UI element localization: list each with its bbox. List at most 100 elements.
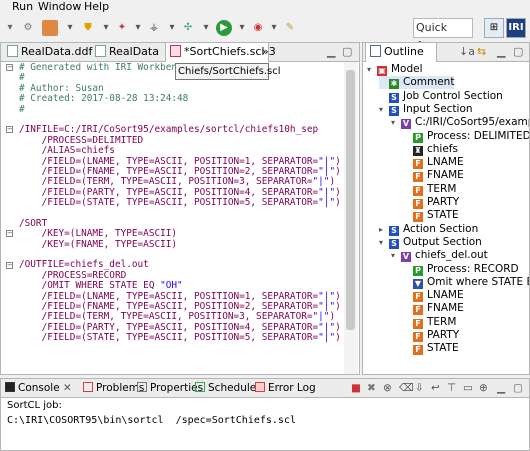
minimize-icon[interactable]: ▁ [497, 43, 505, 61]
outline-item[interactable]: ▼ Omit where STATE EQ " [403, 276, 529, 289]
run-icon[interactable]: ▶ [216, 20, 232, 36]
console-icon [5, 382, 15, 392]
menu-help[interactable]: Help [84, 0, 109, 13]
display-console-icon[interactable]: ▭ [463, 379, 473, 397]
outline-item[interactable]: S Job Control Section [379, 90, 503, 103]
code-line: /FIELD=(STATE, TYPE=ASCII, POSITION=5, S… [19, 332, 339, 344]
quick-access-input[interactable]: Quick Access [413, 18, 473, 52]
outline-item[interactable]: ♜ chiefs [403, 143, 458, 156]
outline-item[interactable]: F STATE [403, 342, 459, 356]
edit-icon[interactable]: ✎ [282, 20, 298, 36]
tab-outline[interactable]: Outline [365, 43, 437, 62]
link-editor-icon[interactable]: ⇆ [477, 43, 486, 61]
outline-item-label: Action Section [403, 222, 479, 235]
outline-item[interactable]: F LNAME [403, 156, 464, 170]
outline-item[interactable]: F PARTY [403, 196, 459, 209]
tab-scheduler[interactable]: Scheduler [195, 379, 261, 397]
outline-item[interactable]: F TERM [403, 316, 456, 329]
outline-item[interactable]: ▾ S Input Section [379, 103, 473, 116]
expand-toggle-icon[interactable]: ▸ [379, 223, 387, 236]
minimize-icon[interactable]: ▁ [497, 379, 505, 397]
tab-realdata[interactable]: RealData [95, 43, 159, 61]
tab-error-log[interactable]: Error Log [255, 379, 316, 397]
expand-toggle-icon[interactable]: ▾ [367, 63, 375, 76]
tab-realdata-ddf[interactable]: RealData.ddf [7, 43, 92, 61]
outline-item[interactable]: F PARTY [403, 329, 459, 342]
run-config-icon[interactable]: ⚶ [146, 20, 162, 36]
scrollbar-thumb[interactable] [346, 70, 355, 330]
code-editor[interactable]: # Generated with IRI Workbench # # Author:… [19, 63, 339, 373]
fold-toggle-icon[interactable]: − [6, 262, 13, 269]
editor-scrollbar[interactable] [344, 62, 358, 374]
process-icon: P [413, 132, 423, 143]
fold-toggle-icon[interactable]: − [6, 126, 13, 133]
field-icon: F [413, 318, 423, 329]
dropdown-arrow-icon[interactable]: ▾ [234, 20, 250, 36]
outline-icon [370, 45, 381, 57]
model-icon: ▣ [377, 66, 387, 76]
tab-properties[interactable]: Properties [137, 379, 203, 397]
outline-item-label: TERM [427, 315, 457, 328]
external-tools-icon[interactable]: ◉ [250, 20, 266, 36]
close-icon[interactable]: ✕ [63, 382, 72, 394]
perspective-open-icon[interactable]: ⊞ [484, 18, 504, 38]
expand-toggle-icon[interactable]: ▾ [379, 103, 387, 116]
remove-all-icon[interactable]: ⊗ [383, 379, 392, 397]
share-icon[interactable]: ✦ [114, 20, 130, 36]
outline-item-label: STATE [427, 209, 459, 222]
open-console-icon[interactable]: ⊕ [479, 379, 488, 397]
outline-item[interactable]: F FNAME [403, 169, 464, 183]
expand-toggle-icon[interactable]: ▾ [391, 116, 399, 129]
outline-item[interactable]: F TERM [403, 183, 456, 196]
expand-toggle-icon[interactable]: ▾ [379, 236, 387, 249]
sort-icon[interactable]: ↓a [459, 43, 475, 61]
new-job-icon[interactable] [42, 20, 58, 36]
terminate-icon[interactable]: ■ [351, 379, 361, 397]
tools-icon[interactable]: ⚙ [20, 20, 36, 36]
tab-sortchiefs[interactable]: *SortChiefs.scl [165, 42, 270, 62]
shield-icon[interactable]: ⛊ [80, 20, 96, 36]
outline-item[interactable]: ▾V C:/IRI/CoSort95/examples/s [391, 116, 529, 130]
outline-item[interactable]: P Process: RECORD [403, 263, 519, 276]
tab-problems[interactable]: Problems [83, 379, 144, 397]
maximize-icon[interactable]: ▢ [513, 43, 523, 61]
debug-icon[interactable]: ✣ [180, 20, 196, 36]
dropdown-arrow-icon[interactable]: ▾ [266, 20, 282, 36]
pin-console-icon[interactable]: ⊤ [447, 379, 456, 397]
section-icon: S [389, 92, 399, 103]
tab-overflow[interactable]: »3 [262, 43, 276, 61]
outline-item[interactable]: F STATE [403, 209, 459, 223]
outline-item[interactable]: F LNAME [403, 289, 464, 303]
maximize-icon[interactable]: ▢ [342, 43, 352, 61]
word-wrap-icon[interactable]: ↩ [431, 379, 440, 397]
process-icon: P [413, 265, 423, 276]
minimize-icon[interactable]: ▁ [327, 43, 335, 61]
scroll-lock-icon[interactable]: ⇩ [415, 379, 424, 397]
fold-toggle-icon[interactable]: − [6, 230, 13, 237]
outline-item[interactable]: ▾ S Output Section [379, 236, 482, 249]
dropdown-arrow-icon[interactable]: ▾ [198, 20, 214, 36]
outline-item[interactable]: ✱ Comment [379, 76, 455, 90]
menu-window[interactable]: Window [38, 0, 81, 13]
clear-console-icon[interactable]: ⌫ [399, 379, 414, 397]
expand-toggle-icon[interactable]: ▾ [391, 249, 399, 262]
dropdown-arrow-icon[interactable]: ▾ [130, 20, 146, 36]
comment-icon: ✱ [389, 79, 399, 90]
menu-run[interactable]: Run [12, 0, 33, 13]
tab-console[interactable]: Console ✕ [5, 379, 72, 397]
outline-item[interactable]: F FNAME [403, 302, 464, 316]
field-icon: F [413, 305, 423, 316]
properties-icon [137, 382, 147, 392]
outline-item[interactable]: P Process: DELIMITED [403, 130, 529, 143]
dropdown-arrow-icon[interactable]: ▾ [62, 20, 78, 36]
fold-toggle-icon[interactable]: − [6, 64, 13, 71]
remove-launch-icon[interactable]: ✖ [367, 379, 376, 397]
outline-item[interactable]: ▸ S Action Section [379, 223, 478, 236]
dropdown-arrow-icon[interactable]: ▾ [2, 20, 18, 36]
outline-item[interactable]: ▾ ▣ Model [367, 63, 423, 76]
perspective-iri-button[interactable]: IRI [506, 18, 526, 38]
dropdown-arrow-icon[interactable]: ▾ [98, 20, 114, 36]
dropdown-arrow-icon[interactable]: ▾ [164, 20, 180, 36]
maximize-icon[interactable]: ▢ [513, 379, 523, 397]
outline-item[interactable]: ▾ Vchiefs_del.out [391, 249, 488, 263]
